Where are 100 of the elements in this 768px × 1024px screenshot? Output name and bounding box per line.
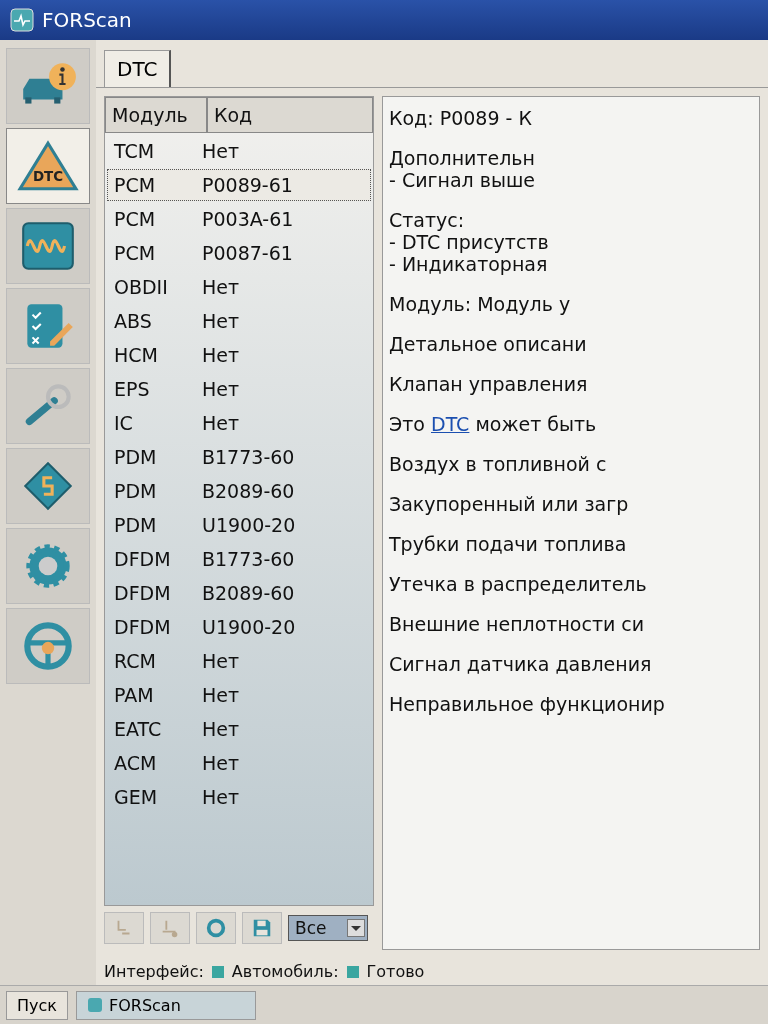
table-row[interactable]: DFDM B2089-60 xyxy=(107,577,371,609)
code-cell: U1900-20 xyxy=(202,514,296,536)
module-cell-text: IC xyxy=(114,412,134,434)
table-row[interactable]: DFDM B1773-60 xyxy=(107,543,371,575)
detail-text: Утечка в распределитель xyxy=(389,573,648,595)
code-cell: Нет xyxy=(202,650,240,672)
table-row[interactable]: ACM Нет xyxy=(107,747,371,779)
code-cell: B1773-60 xyxy=(202,548,295,570)
start-button[interactable]: Пуск xyxy=(6,990,68,1020)
detail-text: - Индикаторная xyxy=(389,253,549,275)
module-cell-text: PDM xyxy=(114,514,158,536)
table-row[interactable]: PCM P0087-61 xyxy=(107,237,371,269)
window-title: FORScan xyxy=(42,8,132,32)
detail-text: Это DTC может быть xyxy=(389,413,598,435)
refresh-icon xyxy=(205,917,227,939)
module-cell-text: ACM xyxy=(114,752,158,774)
help-button[interactable] xyxy=(6,608,90,684)
oscilloscope-button[interactable] xyxy=(6,208,90,284)
code-cell: Нет xyxy=(202,310,240,332)
table-row[interactable]: TCM Нет xyxy=(107,135,371,167)
table-row[interactable]: PDM B1773-60 xyxy=(107,441,371,473)
module-cell-text: EPS xyxy=(114,378,151,400)
chip-button[interactable] xyxy=(6,448,90,524)
table-row[interactable]: RCM Нет xyxy=(107,645,371,677)
code-cell: P0089-61 xyxy=(202,174,293,196)
column-header[interactable]: Модуль xyxy=(105,97,207,133)
module-cell-text: PDM xyxy=(114,446,158,468)
table-row[interactable]: EPS Нет xyxy=(107,373,371,405)
save-button[interactable] xyxy=(242,912,282,944)
code-cell: P0087-61 xyxy=(202,242,293,264)
detail-text: Статус: xyxy=(389,209,466,231)
detail-text: Неправильное функционир xyxy=(389,693,666,715)
taskbar-item[interactable]: FORScan xyxy=(75,990,256,1020)
code-cell: U1900-20 xyxy=(202,616,296,638)
detail-text: Закупоренный или загр xyxy=(389,493,630,515)
caret-icon xyxy=(347,919,365,937)
module-cell-text: ABS xyxy=(114,310,153,332)
module-cell-text: RCM xyxy=(114,650,157,672)
wrench-button[interactable] xyxy=(6,368,90,444)
table-row[interactable]: OBDII Нет xyxy=(107,271,371,303)
module-cell-text: PAM xyxy=(114,684,155,706)
code-cell: Нет xyxy=(202,786,240,808)
module-cell-text: DFDM xyxy=(114,616,172,638)
info-button[interactable] xyxy=(6,48,90,124)
dtc-link[interactable]: DTC xyxy=(431,413,470,435)
code-cell: Нет xyxy=(202,344,240,366)
detail-text: Детальное описани xyxy=(389,333,588,355)
filter-dropdown[interactable]: Все xyxy=(288,915,368,941)
module-cell-text: OBDII xyxy=(114,276,169,298)
dtc-tab[interactable]: DTC xyxy=(104,50,172,87)
detail-text: - DTC присутств xyxy=(389,231,550,253)
detail-text: Код: P0089 - К xyxy=(389,107,533,129)
code-cell: B2089-60 xyxy=(202,480,295,502)
detail-text: Клапан управления xyxy=(389,373,589,395)
waveform-icon xyxy=(10,8,34,32)
table-row[interactable]: PCM P0089-61 xyxy=(107,169,371,201)
gear-button[interactable] xyxy=(6,528,90,604)
module-cell-text: PCM xyxy=(114,242,157,264)
table-row[interactable]: HCM Нет xyxy=(107,339,371,371)
code-cell: P003A-61 xyxy=(202,208,294,230)
table-row[interactable]: GEM Нет xyxy=(107,781,371,813)
detail-text: Модуль: Модуль у xyxy=(389,293,572,315)
detail-text: Сигнал датчика давления xyxy=(389,653,653,675)
module-cell-text: PCM xyxy=(114,208,157,230)
refresh-button[interactable] xyxy=(196,912,236,944)
status-message: Готово xyxy=(366,962,425,981)
module-cell-text: DFDM xyxy=(114,548,172,570)
code-cell: Нет xyxy=(202,140,240,162)
code-cell: B1773-60 xyxy=(202,446,295,468)
table-row[interactable]: ABS Нет xyxy=(107,305,371,337)
checklist-button[interactable] xyxy=(6,288,90,364)
status-label: Интерфейс: xyxy=(104,962,204,981)
detail-text: Внешние неплотности си xyxy=(389,613,646,635)
code-cell: Нет xyxy=(202,684,240,706)
table-row[interactable]: DFDM U1900-20 xyxy=(107,611,371,643)
warning-triangle-icon: DTC xyxy=(17,140,79,192)
table-row[interactable]: PAM Нет xyxy=(107,679,371,711)
app-icon xyxy=(86,997,103,1013)
dtc-button[interactable]: DTC xyxy=(6,128,90,204)
save-icon xyxy=(251,917,273,939)
module-cell-text: PDM xyxy=(114,480,158,502)
module-cell-text: HCM xyxy=(114,344,159,366)
table-row[interactable]: PCM P003A-61 xyxy=(107,203,371,235)
module-cell-text: TCM xyxy=(114,140,156,162)
table-row[interactable]: EATC Нет xyxy=(107,713,371,745)
module-cell-text: DFDM xyxy=(114,582,172,604)
detail-text: Трубки подачи топлива xyxy=(389,533,628,555)
module-cell-text: PCM xyxy=(114,174,157,196)
code-cell: Нет xyxy=(202,718,240,740)
module-cell-text: GEM xyxy=(114,786,159,808)
table-row[interactable]: PDM B2089-60 xyxy=(107,475,371,507)
table-row[interactable]: PDM U1900-20 xyxy=(107,509,371,541)
detail-text: Воздух в топливной с xyxy=(389,453,608,475)
code-cell: Нет xyxy=(202,276,240,298)
detail-text: - Сигнал выше xyxy=(389,169,537,191)
table-row[interactable]: IC Нет xyxy=(107,407,371,439)
detail-text: Дополнительн xyxy=(389,147,536,169)
code-cell: Нет xyxy=(202,752,240,774)
code-cell: Нет xyxy=(202,412,240,434)
column-header[interactable]: Код xyxy=(207,97,373,133)
